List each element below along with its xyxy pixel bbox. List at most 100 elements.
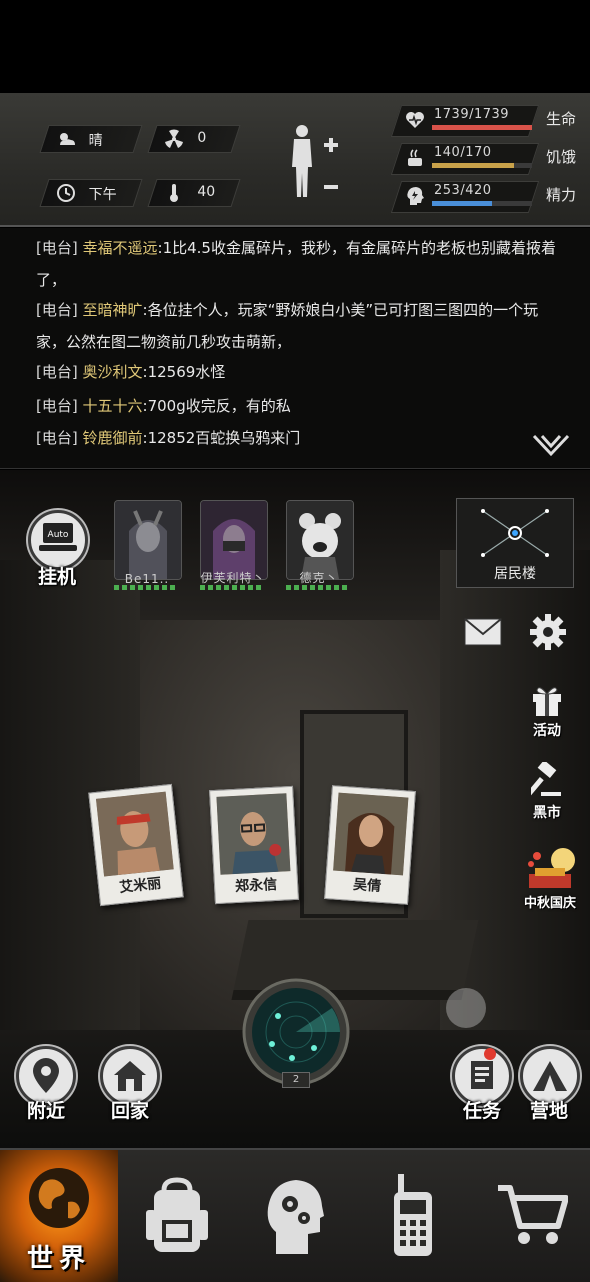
squad-member[interactable]: 德克丶	[286, 500, 354, 590]
festival-label: 中秋国庆	[523, 896, 576, 911]
auto-idle-button[interactable]: Auto	[28, 510, 88, 570]
squad-member-name: Be11..	[124, 572, 170, 586]
energy-value: 253/420	[434, 183, 492, 198]
clock-icon	[57, 184, 75, 202]
chat-message: [电台] 十五十六:700g收完反，有的私	[36, 390, 556, 422]
npc-card[interactable]: 郑永信	[209, 785, 299, 905]
event-label: 活动	[533, 723, 561, 739]
floating-assist-button[interactable]	[446, 988, 486, 1028]
festival-event-button[interactable]: 中秋国庆	[517, 844, 583, 911]
hunger-stat: 140/170 饥饿	[390, 143, 586, 175]
npc-name: 郑永信	[234, 876, 278, 896]
status-panel: 晴 0 下午 40 1739/1739 生命 140/170 饥饿 253/42…	[0, 93, 590, 227]
chat-text: :700g收完反，有的私	[142, 397, 291, 415]
gavel-icon	[531, 762, 561, 796]
task-list-icon	[471, 1061, 493, 1089]
home-icon	[114, 1061, 146, 1091]
squad-portrait	[201, 501, 267, 579]
energy-head-icon	[407, 187, 424, 205]
thermometer-icon	[170, 184, 178, 202]
squad-member-name: 德克丶	[299, 571, 339, 585]
nav-skills-tab[interactable]	[236, 1150, 354, 1282]
chat-channel: [电台]	[36, 363, 78, 381]
world-globe-icon	[29, 1168, 89, 1228]
health-bar-fill	[432, 125, 532, 130]
nav-world-tab[interactable]: 世界	[0, 1150, 118, 1282]
temperature-value: 40	[197, 184, 216, 200]
location-map-button[interactable]: 居民楼	[456, 498, 574, 588]
chat-sender[interactable]: 十五十六	[83, 397, 143, 415]
chat-sender[interactable]: 奥沙利文	[83, 363, 143, 381]
radar-level: 2	[292, 1074, 300, 1085]
chat-message: [电台] 至暗神旷:各位挂个人，玩家“野娇娘白小美”已可打图三图四的一个玩家，公…	[36, 294, 556, 358]
chat-message: [电台] 奥沙利文:12569水怪	[36, 356, 556, 388]
human-figure-icon	[292, 125, 338, 197]
energy-bar-fill	[432, 201, 492, 206]
radiation-icon	[165, 129, 183, 148]
time-value: 下午	[88, 187, 117, 203]
walkie-talkie-icon	[394, 1174, 432, 1256]
chat-channel: [电台]	[36, 301, 78, 319]
hunger-value: 140/170	[434, 145, 492, 160]
camp-label: 营地	[529, 1100, 568, 1122]
chat-sender[interactable]: 至暗神旷	[83, 301, 143, 319]
nav-shop-tab[interactable]	[472, 1150, 590, 1282]
black-market-label: 黑市	[533, 805, 561, 821]
npc-portrait	[333, 792, 409, 876]
nearby-label: 附近	[26, 1100, 65, 1122]
squad-member[interactable]: Be11..	[114, 500, 182, 590]
head-gears-icon	[267, 1180, 324, 1254]
time-chip: 下午	[39, 179, 143, 207]
weather-chip: 晴	[39, 125, 143, 153]
chat-channel: [电台]	[36, 429, 78, 447]
event-button[interactable]: 活动	[517, 682, 577, 742]
shopping-cart-icon	[498, 1185, 568, 1244]
radio-chat-feed[interactable]: [电台] 幸福不遥远:1比4.5收金属碎片，我秒，有金属碎片的老板也别藏着掖着了…	[0, 228, 590, 469]
location-name: 居民楼	[494, 566, 536, 582]
nav-inventory-tab[interactable]	[118, 1150, 236, 1282]
character-body-button[interactable]	[282, 123, 342, 201]
black-market-button[interactable]: 黑市	[517, 762, 577, 822]
chat-message: [电台] 幸福不遥远:1比4.5收金属碎片，我秒，有金属碎片的老板也别藏着掖着了…	[36, 232, 556, 296]
task-label: 任务	[462, 1100, 501, 1122]
food-icon	[408, 149, 422, 166]
hunger-label: 饥饿	[546, 148, 577, 166]
health-stat: 1739/1739 生命	[390, 105, 586, 137]
energy-label: 精力	[546, 186, 577, 204]
npc-card[interactable]: 吴倩	[324, 785, 416, 905]
weather-sun-icon	[60, 133, 75, 145]
npc-portrait	[216, 793, 291, 875]
health-label: 生命	[546, 110, 577, 128]
npc-name: 吴倩	[352, 876, 382, 895]
laptop-icon: Auto	[39, 523, 77, 551]
chat-channel: [电台]	[36, 239, 78, 257]
task-notification-dot	[484, 1048, 496, 1060]
nav-world-label: 世界	[26, 1244, 91, 1274]
squad-member[interactable]: 伊芙利特丶	[200, 500, 268, 590]
chat-message: [电台] 铃鹿御前:12852百蛇换乌鸦来门	[36, 422, 556, 454]
go-home-label: 回家	[110, 1100, 149, 1122]
gear-icon[interactable]	[528, 612, 568, 652]
radiation-value: 0	[197, 130, 207, 146]
radar-level-badge: 2	[282, 1072, 310, 1088]
map-node-icon	[481, 509, 549, 557]
squad-portrait	[115, 501, 181, 579]
npc-card[interactable]: 艾米丽	[88, 783, 184, 907]
chat-text: :12569水怪	[142, 363, 226, 381]
hunger-bar-fill	[432, 163, 514, 168]
backpack-icon	[146, 1177, 208, 1252]
expand-chevron-icon[interactable]	[532, 434, 570, 458]
gift-icon	[533, 687, 561, 716]
mail-icon[interactable]	[464, 618, 502, 646]
location-pin-icon	[33, 1058, 59, 1093]
squad-member-name: 伊芙利特丶	[200, 571, 266, 585]
nav-radio-tab[interactable]	[354, 1150, 472, 1282]
game-scene[interactable]: Auto 挂机 Be11.. 伊芙利特丶 德克丶 居民楼 活动 黑市 中秋国庆 …	[0, 470, 590, 1148]
health-value: 1739/1739	[434, 107, 510, 122]
chat-sender[interactable]: 幸福不遥远	[83, 239, 158, 257]
chat-sender[interactable]: 铃鹿御前	[83, 429, 143, 447]
radar-scanner[interactable]: 2	[242, 978, 350, 1088]
squad-portrait	[287, 501, 353, 579]
chat-text: :12852百蛇换乌鸦来门	[142, 429, 301, 447]
tent-icon	[533, 1061, 567, 1091]
